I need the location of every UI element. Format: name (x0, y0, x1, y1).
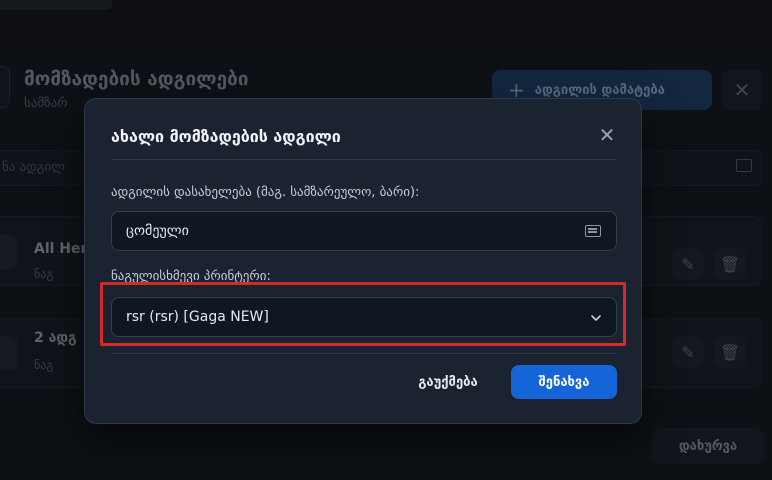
app-topbar (0, 0, 772, 44)
keyboard-icon[interactable] (585, 225, 601, 237)
divider (111, 353, 617, 354)
printer-field-label: ნაგულისხმევი პრინტერი: (111, 269, 271, 283)
cancel-button[interactable]: გაუქმება (391, 365, 505, 399)
divider (111, 159, 617, 160)
place-name-input[interactable] (111, 211, 617, 251)
name-field-label: ადგილის დასახელება (მაგ. სამზარეულო, ბარ… (111, 185, 420, 200)
modal-title: ახალი მომზადების ადგილი (111, 127, 341, 146)
save-button[interactable]: შენახვა (511, 365, 617, 399)
printer-select-value: rsr (rsr) [Gaga NEW] (126, 309, 269, 325)
close-icon[interactable]: ✕ (595, 123, 619, 147)
topbar-tab[interactable] (0, 0, 112, 10)
chevron-down-icon (591, 315, 601, 321)
new-place-modal: ახალი მომზადების ადგილი ✕ ადგილის დასახე… (84, 98, 642, 424)
printer-select[interactable]: rsr (rsr) [Gaga NEW] (111, 297, 617, 337)
